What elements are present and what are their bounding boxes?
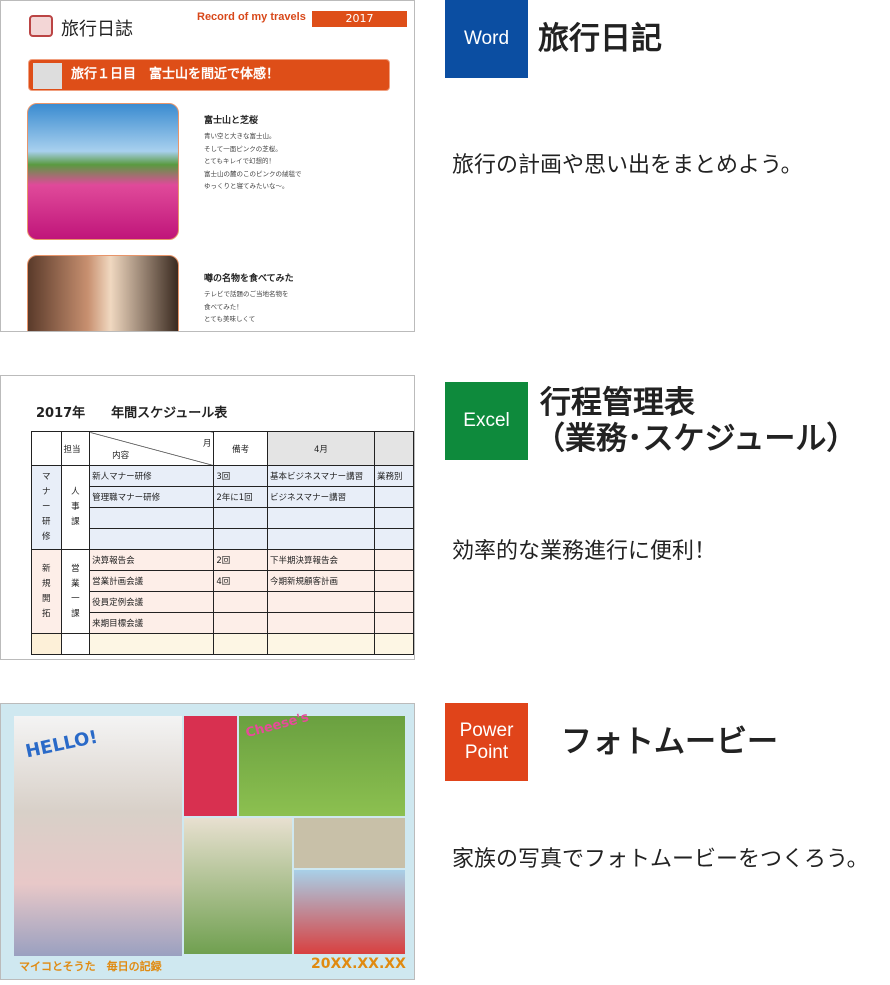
excel-badge: Excel: [445, 382, 528, 460]
table-cell: 営業計画会議: [89, 570, 215, 592]
header-cell: 月: [202, 438, 212, 449]
table-cell: [373, 549, 414, 571]
table-cell: [213, 591, 268, 613]
table-cell: 基本ビジネスマナー講習: [266, 465, 375, 487]
word-badge: Word: [445, 0, 528, 78]
excel-title-line: （業務･スケジュール）: [534, 421, 858, 457]
table-cell: 管理職マナー研修: [89, 486, 215, 508]
table-cell: [266, 591, 375, 613]
table-cell: 2回: [213, 549, 268, 571]
table-cell: [373, 570, 414, 592]
slide-photo: [294, 870, 405, 954]
section-line: 富士山の麓のこのピンクの絨毯で: [204, 169, 302, 178]
word-description: 旅行の計画や思い出をまとめよう。: [452, 153, 803, 178]
table-cell: [373, 507, 414, 529]
header-cell: 備考: [213, 431, 268, 466]
table-cell: [213, 507, 268, 529]
table-row: マナー研修 人事課 新人マナー研修 3回 基本ビジネスマナー講習 業務別: [31, 465, 414, 550]
day-banner: 旅行１日目 富士山を間近で体感！: [28, 59, 390, 91]
table-cell: [266, 528, 375, 550]
header-cell: 4月: [266, 431, 375, 466]
table-row: 管理職マナー研修 2年に1回 ビジネスマナー講習: [32, 486, 414, 508]
table-cell: 役員定例会議: [89, 591, 215, 613]
section-line: とても美味しくて: [204, 315, 256, 323]
powerpoint-description: 家族の写真でフォトムービーをつくろう。: [452, 847, 869, 872]
word-title: 旅行日記: [538, 21, 662, 57]
table-cell: [373, 486, 414, 508]
table-cell: [266, 507, 375, 529]
table-cell: [373, 528, 414, 550]
section-title: 噂の名物を食べてみた: [204, 274, 294, 284]
food-photo: [27, 255, 179, 331]
dept-label: 営業一課: [60, 549, 91, 634]
table-row: 役員定例会議: [32, 591, 414, 613]
caption-text: マイコとそうた 毎日の記録: [19, 960, 162, 973]
table-row: 新規開拓 営業一課 決算報告会 2回 下半期決算報告会: [31, 549, 414, 634]
flower-photo: [184, 716, 237, 816]
excel-title-line: 行程管理表: [540, 385, 695, 421]
record-label: Record of my travels: [197, 11, 306, 23]
section-line: 青い空と大きな富士山。: [204, 132, 276, 140]
table-cell: [266, 612, 375, 634]
section-line: 食べてみた！: [204, 302, 243, 311]
excel-description: 効率的な業務進行に便利！: [452, 539, 717, 564]
table-cell: [373, 591, 414, 613]
boy-photo: [184, 818, 292, 954]
table-cell: 4回: [213, 570, 268, 592]
powerpoint-badge: Power Point: [445, 703, 528, 781]
date-text: 20XX.XX.XX: [311, 956, 406, 972]
table-cell: 決算報告会: [89, 549, 215, 571]
flower-icon: [33, 63, 62, 89]
table-row: [32, 528, 414, 550]
badge-line: Power: [459, 720, 514, 741]
section-line: テレビで話題のご当地名物を: [204, 290, 289, 298]
header-cell: 内容: [112, 450, 130, 461]
excel-template-preview[interactable]: 2017年 年間スケジュール表 担当 月内容 備考 4月 マナー研修 人事課 新人マ…: [0, 375, 415, 660]
header-cell: 担当: [60, 431, 91, 466]
table-cell: 新人マナー研修: [89, 465, 215, 487]
powerpoint-title: フォトムービー: [561, 724, 778, 760]
table-cell: ビジネスマナー講習: [266, 486, 375, 508]
table-cell: 3回: [213, 465, 268, 487]
table-row: 来期目標会議: [32, 612, 414, 634]
table-cell: [213, 528, 268, 550]
table-row: 営業計画会議 4回 今期新規顧客計画: [32, 570, 414, 592]
table-cell: 来期目標会議: [89, 612, 215, 634]
excel-title: 行程管理表 （業務･スケジュール）: [534, 385, 857, 457]
section-line: そして一面ピンクの芝桜。: [204, 144, 282, 153]
table-cell: [373, 612, 414, 634]
diary-heading: 旅行日誌: [61, 19, 133, 40]
section-line: ゆっくりと寝てみたいな～。: [204, 182, 289, 190]
table-cell: 今期新規顧客計画: [266, 570, 375, 592]
schedule-title: 2017年 年間スケジュール表: [36, 406, 228, 421]
park-photo: [294, 818, 405, 868]
dept-label: 人事課: [60, 465, 91, 550]
group-label: マナー研修: [31, 465, 62, 550]
table-row: [32, 507, 414, 529]
table-cell: 2年に1回: [213, 486, 268, 508]
fuji-photo: [27, 103, 179, 240]
table-cell: 下半期決算報告会: [266, 549, 375, 571]
table-cell: [89, 528, 215, 550]
section-line: とてもキレイで幻想的！: [204, 157, 275, 165]
table-cell: [213, 612, 268, 634]
section-title: 富士山と芝桜: [204, 116, 259, 126]
year-label: 2017: [312, 11, 407, 27]
word-template-preview[interactable]: 旅行日誌 Record of my travels 2017 旅行１日目 富士山…: [0, 0, 415, 332]
badge-line: Point: [464, 742, 509, 763]
powerpoint-template-preview[interactable]: HELLO! Cheese's マイコとそうた 毎日の記録 20XX.XX.XX: [0, 703, 415, 980]
table-cell: 業務別: [373, 465, 414, 487]
bag-icon: [29, 15, 53, 37]
group-label: 新規開拓: [31, 549, 62, 634]
schedule-table: 担当 月内容 備考 4月 マナー研修 人事課 新人マナー研修 3回 基本ビジネスマナー講…: [31, 431, 414, 655]
table-cell: [89, 507, 215, 529]
